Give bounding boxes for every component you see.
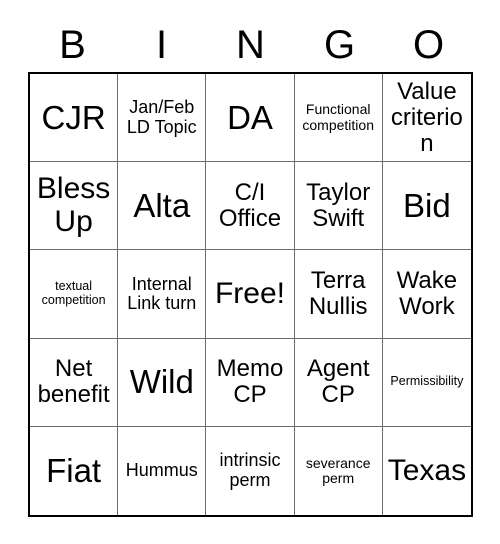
bingo-cell[interactable]: Net benefit xyxy=(30,338,119,427)
bingo-cell[interactable]: Memo CP xyxy=(206,338,295,427)
bingo-cell-label: intrinsic perm xyxy=(219,450,281,490)
bingo-cell-label: DA xyxy=(227,98,273,136)
bingo-cell[interactable]: C/I Office xyxy=(206,162,295,251)
bingo-cell-label: Texas xyxy=(387,453,467,487)
bingo-cell[interactable]: Permissibility xyxy=(382,339,471,427)
bingo-cell[interactable]: Texas xyxy=(383,427,471,515)
bingo-cell-label: Permissibility xyxy=(390,374,464,389)
bingo-card: B I N G O CJR Jan/Feb LD Topic DA Functiona… xyxy=(0,0,500,544)
bingo-cell[interactable]: Agent CP xyxy=(294,338,383,427)
bingo-cell-label: Hummus xyxy=(125,460,198,481)
bingo-cell[interactable]: Bid xyxy=(382,162,471,251)
bingo-cell[interactable]: intrinsic perm xyxy=(206,426,295,515)
bingo-cell[interactable]: Wake Work xyxy=(382,250,471,339)
bingo-cell-label: Agent CP xyxy=(306,355,370,409)
bingo-cell[interactable]: textual competition xyxy=(30,250,119,339)
bingo-cell[interactable]: CJR xyxy=(30,74,119,163)
bingo-cell-label: Alta xyxy=(133,186,191,224)
bingo-cell-label: Free! xyxy=(214,276,285,310)
bingo-cell-label: Wild xyxy=(129,363,194,401)
bingo-cell-label: Jan/Feb LD Topic xyxy=(126,97,197,137)
bingo-cell-label: Wake Work xyxy=(396,267,458,320)
bingo-header-letter-n: N xyxy=(236,23,265,67)
bingo-cell-label: severance perm xyxy=(305,454,371,486)
bingo-cell[interactable]: Taylor Swift xyxy=(294,162,383,251)
bingo-cell[interactable]: severance perm xyxy=(295,426,383,515)
bingo-cell[interactable]: Alta xyxy=(118,162,207,251)
bingo-cell[interactable]: DA xyxy=(206,74,295,163)
bingo-cell[interactable]: Functional competition xyxy=(294,74,383,163)
bingo-cell-label: Bless Up xyxy=(36,172,111,238)
bingo-cell[interactable]: Internal Link turn xyxy=(118,250,207,339)
bingo-cell-label: Taylor Swift xyxy=(306,178,371,232)
bingo-header-letter-i: I xyxy=(155,23,168,67)
bingo-cell[interactable]: Wild xyxy=(118,338,207,427)
bingo-cell-label: Memo CP xyxy=(216,355,284,409)
bingo-cell[interactable]: Fiat xyxy=(30,426,119,515)
bingo-cell-label: Functional competition xyxy=(302,101,374,133)
bingo-header-letter-g: G xyxy=(323,23,356,67)
bingo-cell-label: C/I Office xyxy=(218,178,282,232)
bingo-cell[interactable]: Terra Nullis xyxy=(294,250,383,339)
bingo-cell-label: Fiat xyxy=(46,452,102,490)
bingo-cell-label: Bid xyxy=(403,186,451,224)
bingo-grid: CJR Jan/Feb LD Topic DA Functional competit… xyxy=(28,72,473,517)
bingo-cell[interactable]: Bless Up xyxy=(30,162,119,251)
bingo-cell-label: Internal Link turn xyxy=(127,273,197,313)
bingo-header-letter-o: O xyxy=(412,23,445,67)
bingo-header-row: B I N G O xyxy=(28,18,473,72)
bingo-cell[interactable]: Hummus xyxy=(118,426,207,515)
bingo-cell-label: Value criterion xyxy=(390,77,463,157)
bingo-cell-label: CJR xyxy=(41,98,106,136)
bingo-cell-label: Terra Nullis xyxy=(308,267,368,320)
bingo-cell[interactable]: Free! xyxy=(206,250,295,339)
bingo-cell-label: Net benefit xyxy=(37,355,110,409)
bingo-cell-label: textual competition xyxy=(41,279,106,307)
bingo-cell[interactable]: Value criterion xyxy=(382,74,471,163)
bingo-header-letter-b: B xyxy=(59,23,86,67)
bingo-cell[interactable]: Jan/Feb LD Topic xyxy=(118,74,207,163)
